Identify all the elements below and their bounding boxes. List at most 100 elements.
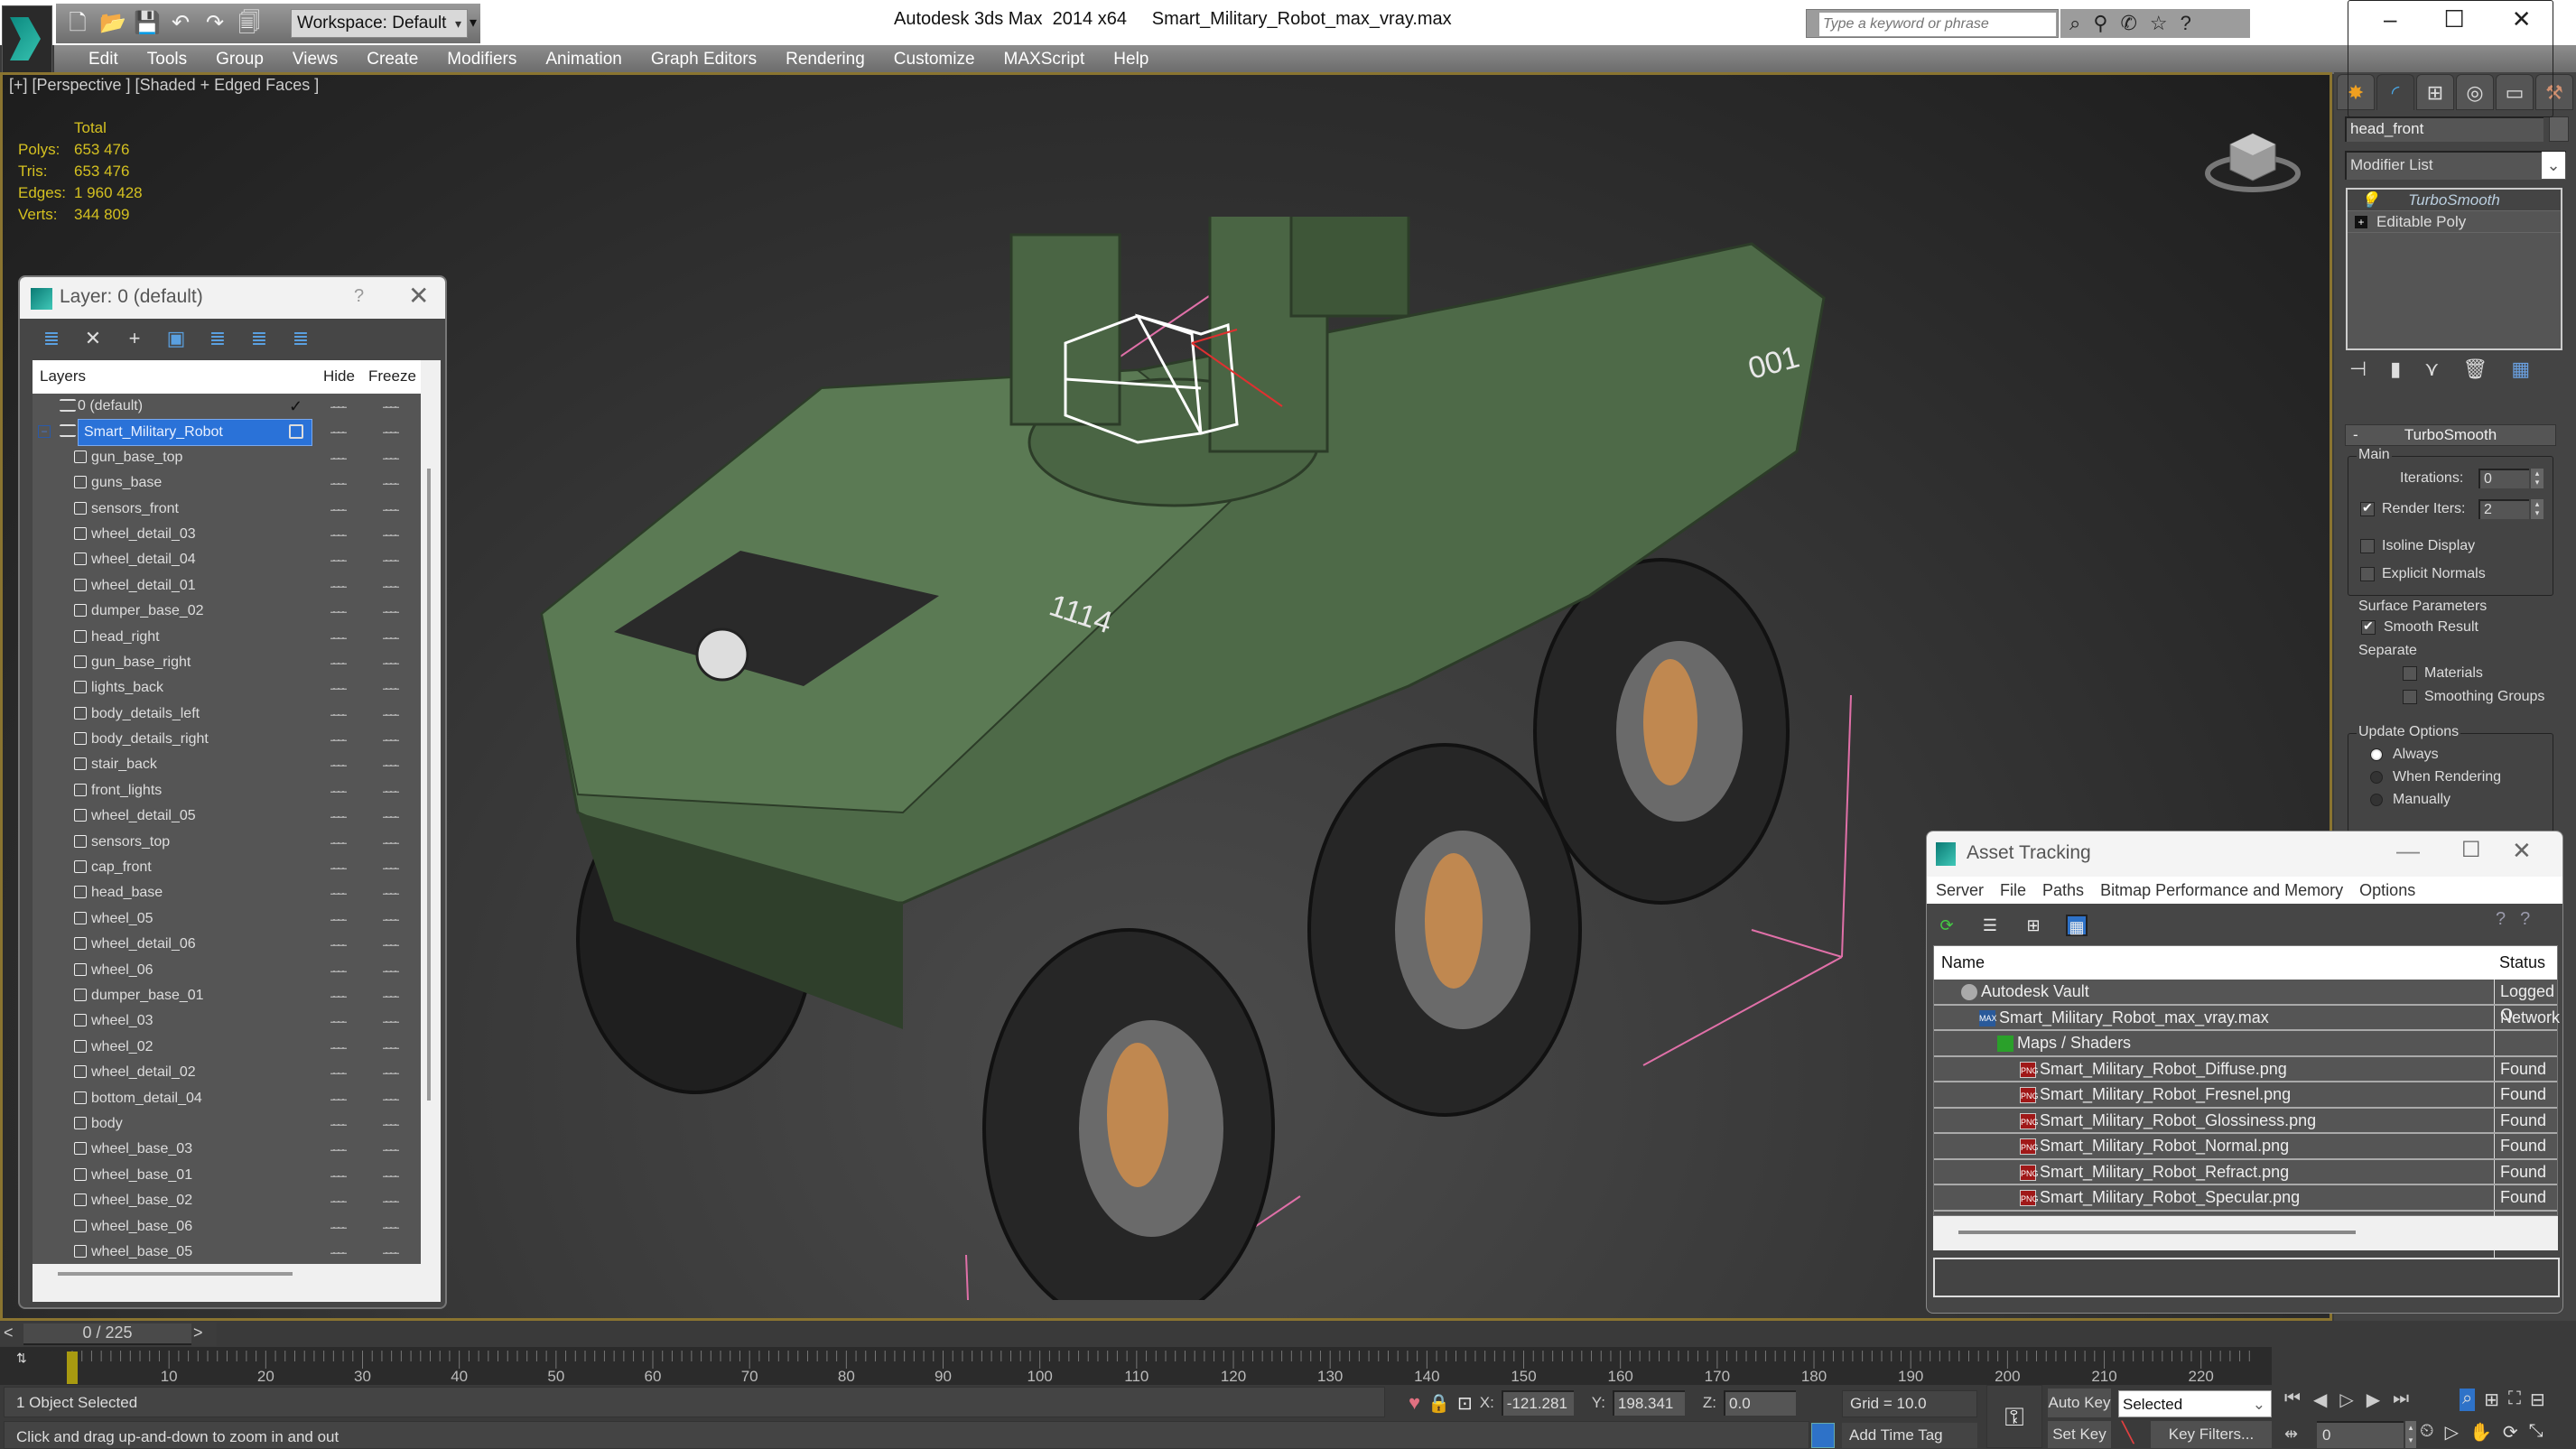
layer-object-row[interactable]: wheel_base_01 [33, 1163, 421, 1188]
key-filters-button[interactable]: Key Filters... [2151, 1421, 2272, 1448]
key-mode-dropdown[interactable]: Selected ⌄ [2118, 1390, 2272, 1417]
freeze-toggle[interactable] [383, 1251, 399, 1254]
new-file-icon[interactable]: 🗋 [65, 11, 90, 36]
freeze-toggle[interactable] [383, 688, 399, 691]
list-view-icon[interactable]: ☰ [1979, 915, 2001, 936]
freeze-toggle[interactable] [383, 1021, 399, 1024]
render-iters-spinner-arrows[interactable]: ▴ ▾ [2531, 499, 2543, 519]
modifier-stack-item[interactable]: 💡 TurboSmooth [2348, 190, 2561, 211]
menu-tools[interactable]: Tools [133, 45, 201, 74]
next-key-icon[interactable]: ▶ [2367, 1389, 2380, 1411]
search-input[interactable] [1819, 13, 2056, 36]
asset-row[interactable]: PNG Smart_Military_Robot_Specular.png Foun… [1934, 1185, 2557, 1212]
freeze-toggle[interactable] [383, 765, 399, 767]
close-button[interactable]: ✕ [2512, 837, 2532, 865]
hide-toggle[interactable] [330, 662, 347, 664]
asset-row[interactable]: Maps / Shaders [1934, 1031, 2557, 1057]
asset-row[interactable]: PNG Smart_Military_Robot_Diffuse.png Found [1934, 1056, 2557, 1082]
zoom-all-icon[interactable]: ⊞ [2484, 1389, 2499, 1411]
layer-object-row[interactable]: front_lights [33, 778, 421, 803]
minimize-button[interactable]: — [2396, 837, 2420, 865]
freeze-toggle[interactable] [383, 1123, 399, 1126]
layer-object-row[interactable]: wheel_base_06 [33, 1214, 421, 1240]
freeze-toggle[interactable] [383, 1175, 399, 1177]
layer-row-smart-military-robot[interactable]: − Smart_Military_Robot [33, 419, 421, 447]
layer-object-row[interactable]: head_base [33, 880, 421, 906]
freeze-toggle[interactable] [383, 1201, 399, 1203]
freeze-toggle[interactable] [383, 1046, 399, 1049]
hide-toggle[interactable] [330, 713, 347, 716]
subscription-icon[interactable]: ⚲ [2093, 12, 2107, 35]
configure-modifier-sets-icon[interactable]: ▦ [2511, 358, 2530, 381]
isoline-display-checkbox[interactable] [2360, 539, 2375, 553]
overflow-icon[interactable]: ▾ [470, 9, 484, 38]
set-key-icon[interactable]: ⚿ [1986, 1385, 2042, 1448]
hide-toggle[interactable] [330, 790, 347, 793]
menu-rendering[interactable]: Rendering [771, 45, 879, 74]
layer-object-row[interactable]: body_details_right [33, 727, 421, 752]
hide-toggle[interactable] [330, 1149, 347, 1152]
freeze-toggle[interactable] [383, 662, 399, 664]
current-frame-marker[interactable] [67, 1351, 78, 1384]
render-iters-spinner-field[interactable]: 2 [2478, 499, 2529, 519]
asset-row[interactable]: MAX Smart_Military_Robot_max_vray.max Netw… [1934, 1005, 2560, 1031]
layer-object-row[interactable]: guns_base [33, 470, 421, 496]
column-status[interactable]: Status [2499, 953, 2545, 972]
viewport-label[interactable]: [+] [Perspective ] [Shaded + Edged Faces… [9, 76, 319, 95]
freeze-toggle[interactable] [383, 790, 399, 793]
hide-toggle[interactable] [330, 1073, 347, 1075]
close-button[interactable]: ✕ [408, 281, 429, 311]
layer-object-row[interactable]: wheel_base_03 [33, 1137, 421, 1162]
hide-toggle[interactable] [330, 406, 347, 408]
pin-stack-icon[interactable]: ⊣ [2349, 358, 2367, 381]
hide-toggle[interactable] [330, 1021, 347, 1024]
hide-freeze-all-icon[interactable]: ≣ [289, 327, 312, 350]
hide-toggle[interactable] [330, 560, 347, 562]
online-help-icon[interactable]: ? [2496, 909, 2506, 930]
asset-row[interactable]: PNG Smart_Military_Robot_Glossiness.png Fo… [1934, 1108, 2557, 1134]
iterations-spinner-arrows[interactable]: ▴ ▾ [2531, 469, 2543, 488]
modifier-stack-item[interactable]: + Editable Poly [2348, 211, 2561, 233]
hide-toggle[interactable] [330, 918, 347, 921]
menu-modifiers[interactable]: Modifiers [432, 45, 531, 74]
favorites-star-icon[interactable]: ☆ [2150, 12, 2168, 35]
iterations-spinner-field[interactable]: 0 [2478, 469, 2529, 488]
current-frame-field[interactable]: 0 [2317, 1421, 2404, 1448]
menu-animation[interactable]: Animation [531, 45, 637, 74]
layer-object-row[interactable]: sensors_top [33, 830, 421, 855]
hide-toggle[interactable] [330, 636, 347, 639]
menu-options[interactable]: Options [2359, 881, 2415, 900]
orbit-icon[interactable]: ⟳ [2503, 1421, 2518, 1444]
lightbulb-icon[interactable]: 💡 [2360, 190, 2379, 211]
smooth-result-checkbox[interactable] [2361, 618, 2376, 635]
freeze-toggle[interactable] [383, 713, 399, 716]
layer-object-row[interactable]: wheel_05 [33, 906, 421, 932]
go-to-start-icon[interactable]: ⏮ [2284, 1389, 2301, 1411]
freeze-toggle[interactable] [383, 1098, 399, 1101]
freeze-toggle[interactable] [383, 432, 399, 434]
freeze-toggle[interactable] [383, 1073, 399, 1075]
selection-lock-icon[interactable]: 🔒 [1427, 1392, 1450, 1415]
layer-object-row[interactable]: dumper_base_02 [33, 599, 421, 624]
hide-toggle[interactable] [330, 534, 347, 536]
hide-toggle[interactable] [330, 995, 347, 998]
turbosmooth-rollout-header[interactable]: - TurboSmooth [2345, 424, 2556, 446]
show-end-result-icon[interactable]: ▮ [2390, 358, 2401, 381]
object-color-swatch[interactable] [2549, 116, 2569, 142]
previous-key-icon[interactable]: ◀ [2313, 1389, 2327, 1411]
freeze-toggle[interactable] [383, 611, 399, 614]
freeze-toggle[interactable] [383, 944, 399, 947]
hide-toggle[interactable] [330, 868, 347, 870]
freeze-toggle[interactable] [383, 816, 399, 819]
layer-row-default[interactable]: 0 (default) ✓ [33, 394, 421, 419]
undo-icon[interactable]: ↶ [168, 11, 193, 36]
robot-vehicle-model[interactable]: 1114 001 [506, 217, 1860, 1300]
hide-toggle[interactable] [330, 1175, 347, 1177]
next-frame-button[interactable]: > [193, 1324, 203, 1342]
zoom-extents-icon[interactable]: ⛶ [2508, 1389, 2521, 1411]
freeze-toggle[interactable] [383, 560, 399, 562]
hide-toggle[interactable] [330, 944, 347, 947]
hide-toggle[interactable] [330, 432, 347, 434]
hide-toggle[interactable] [330, 585, 347, 588]
maximize-button[interactable]: ☐ [2461, 837, 2481, 863]
